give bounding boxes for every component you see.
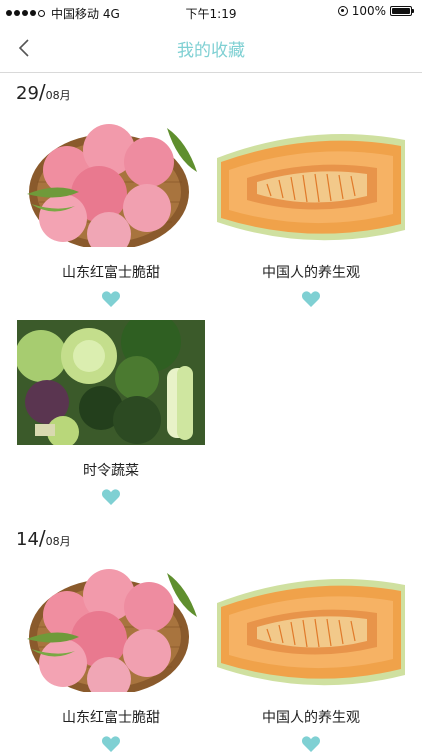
date-header: 29/08月 — [16, 80, 71, 104]
page-title: 我的收藏 — [177, 41, 245, 61]
heart-icon[interactable] — [101, 290, 121, 308]
favorite-card[interactable]: 山东红富士脆甜 — [17, 567, 205, 753]
card-title: 山东红富士脆甜 — [62, 265, 160, 281]
apples-basket-image — [17, 122, 205, 247]
favorite-card[interactable]: 时令蔬菜 — [17, 320, 205, 506]
date-month: 08月 — [45, 89, 71, 102]
battery-icon — [390, 6, 414, 16]
date-day: 29 — [16, 83, 39, 104]
status-bar: 中国移动 4G 下午1:19 100% — [0, 0, 422, 24]
favorite-card[interactable]: 中国人的养生观 — [217, 122, 405, 308]
battery-percent: 100% — [351, 4, 386, 18]
navigation-bar: 我的收藏 — [0, 24, 422, 73]
cantaloupe-slice-image — [217, 122, 405, 247]
card-title: 中国人的养生观 — [262, 710, 360, 726]
card-title: 时令蔬菜 — [83, 463, 139, 479]
cantaloupe-slice-image — [217, 567, 405, 692]
heart-icon[interactable] — [101, 488, 121, 506]
favorite-card[interactable]: 山东红富士脆甜 — [17, 122, 205, 308]
card-title: 山东红富士脆甜 — [62, 710, 160, 726]
apples-basket-image — [17, 567, 205, 692]
date-month: 08月 — [45, 535, 71, 548]
orientation-lock-icon — [337, 6, 348, 16]
card-title: 中国人的养生观 — [262, 265, 360, 281]
heart-icon[interactable] — [301, 735, 321, 753]
date-day: 14 — [16, 529, 39, 550]
heart-icon[interactable] — [301, 290, 321, 308]
heart-icon[interactable] — [101, 735, 121, 753]
date-header: 14/08月 — [16, 526, 71, 550]
favorite-card[interactable]: 中国人的养生观 — [217, 567, 405, 753]
vegetables-pile-image — [17, 320, 205, 445]
